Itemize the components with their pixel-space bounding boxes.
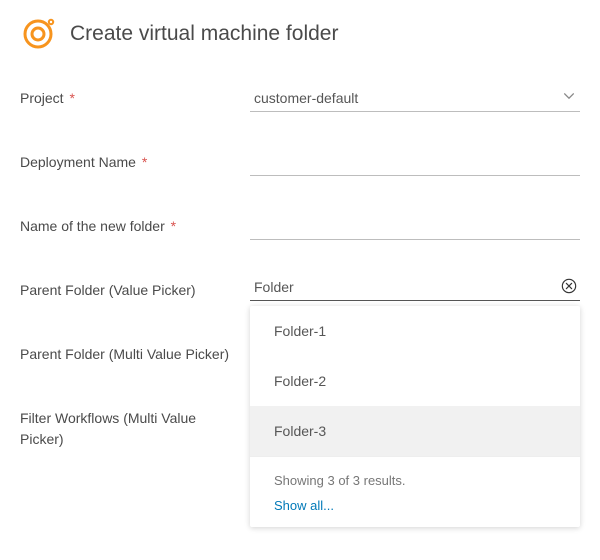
dropdown-item[interactable]: Folder-1 xyxy=(250,306,580,356)
filter-workflows-label: Filter Workflows (Multi Value Picker) xyxy=(20,400,250,450)
parent-folder-input[interactable] xyxy=(254,279,560,295)
form-header: Create virtual machine folder xyxy=(20,16,580,52)
required-mark: * xyxy=(142,154,147,170)
new-folder-name-input[interactable] xyxy=(250,208,580,240)
parent-folder-multi-label: Parent Folder (Multi Value Picker) xyxy=(20,336,250,365)
project-label: Project * xyxy=(20,80,250,109)
workflow-icon xyxy=(20,16,56,52)
dropdown-item[interactable]: Folder-2 xyxy=(250,356,580,406)
dropdown-item[interactable]: Folder-3 xyxy=(250,406,580,456)
deployment-name-input[interactable] xyxy=(250,144,580,176)
results-count-text: Showing 3 of 3 results. xyxy=(274,473,556,488)
parent-folder-input-wrap[interactable] xyxy=(250,272,580,301)
show-all-link[interactable]: Show all... xyxy=(274,498,556,513)
required-mark: * xyxy=(69,90,74,106)
new-folder-name-label: Name of the new folder * xyxy=(20,208,250,237)
dropdown-footer: Showing 3 of 3 results. Show all... xyxy=(250,456,580,527)
deployment-name-label: Deployment Name * xyxy=(20,144,250,173)
deployment-name-row: Deployment Name * xyxy=(20,144,580,184)
close-icon xyxy=(561,278,577,297)
page-title: Create virtual machine folder xyxy=(70,22,338,46)
project-select[interactable]: customer-default xyxy=(250,80,580,112)
parent-folder-row: Parent Folder (Value Picker) Folder-1 Fo… xyxy=(20,272,580,312)
project-row: Project * customer-default xyxy=(20,80,580,120)
parent-folder-label: Parent Folder (Value Picker) xyxy=(20,272,250,301)
parent-folder-dropdown: Folder-1 Folder-2 Folder-3 Showing 3 of … xyxy=(250,306,580,527)
clear-button[interactable] xyxy=(560,278,578,296)
new-folder-name-row: Name of the new folder * xyxy=(20,208,580,248)
required-mark: * xyxy=(171,218,176,234)
project-select-value: customer-default xyxy=(254,90,358,106)
chevron-down-icon xyxy=(562,89,576,106)
